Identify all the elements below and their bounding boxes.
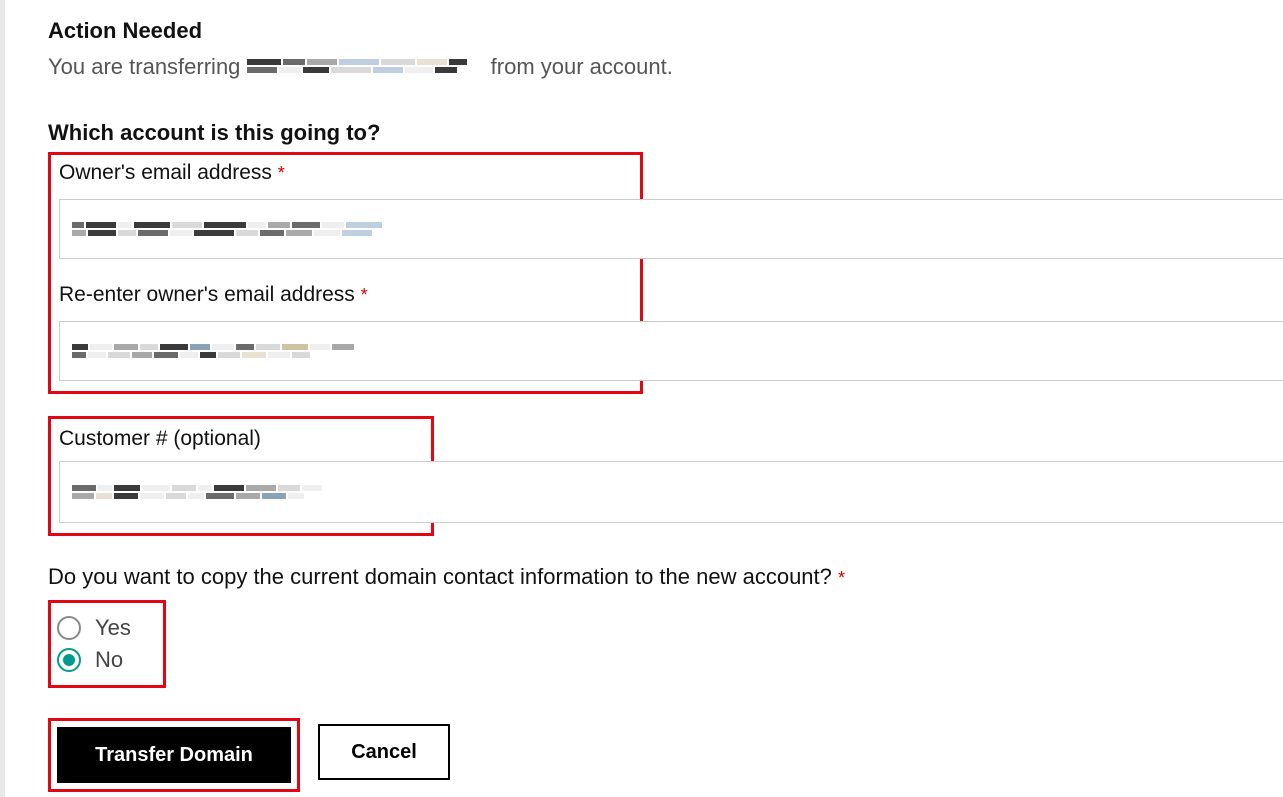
highlight-customer-box: Customer # (optional) — [48, 416, 434, 536]
page-title: Action Needed — [48, 18, 1283, 44]
account-question: Which account is this going to? — [48, 120, 1283, 146]
transfer-description: You are transferring — [48, 54, 1283, 80]
customer-number-label: Customer # (optional) — [59, 427, 423, 451]
redacted-owner-email — [72, 222, 382, 236]
required-marker: * — [278, 163, 285, 183]
redacted-customer-number — [72, 485, 322, 499]
transfer-suffix: from your account. — [491, 54, 673, 79]
redacted-domain-name — [247, 59, 485, 77]
transfer-prefix: You are transferring — [48, 54, 247, 79]
highlight-transfer-button: Transfer Domain — [48, 718, 300, 792]
radio-no-label: No — [95, 647, 123, 673]
cancel-button[interactable]: Cancel — [318, 724, 450, 780]
required-marker: * — [361, 285, 368, 305]
radio-no[interactable] — [57, 648, 81, 672]
radio-yes-label: Yes — [95, 615, 131, 641]
reenter-email-input[interactable] — [59, 321, 1283, 381]
owner-email-input[interactable] — [59, 199, 1283, 259]
copy-contact-question: Do you want to copy the current domain c… — [48, 564, 1283, 590]
redacted-reenter-email — [72, 344, 354, 358]
radio-yes[interactable] — [57, 616, 81, 640]
button-row: Transfer Domain Cancel — [48, 718, 1283, 792]
customer-number-input[interactable] — [59, 461, 1283, 523]
transfer-domain-button[interactable]: Transfer Domain — [57, 727, 291, 783]
domain-transfer-form: Action Needed You are transferring — [0, 0, 1283, 797]
owner-email-label: Owner's email address * — [59, 161, 632, 185]
highlight-radio-box: Yes No — [48, 600, 166, 688]
reenter-email-label: Re-enter owner's email address * — [59, 283, 632, 307]
radio-option-no[interactable]: No — [57, 647, 157, 673]
highlight-email-box: Owner's email address * — [48, 152, 643, 394]
radio-option-yes[interactable]: Yes — [57, 615, 157, 641]
required-marker: * — [838, 568, 845, 588]
